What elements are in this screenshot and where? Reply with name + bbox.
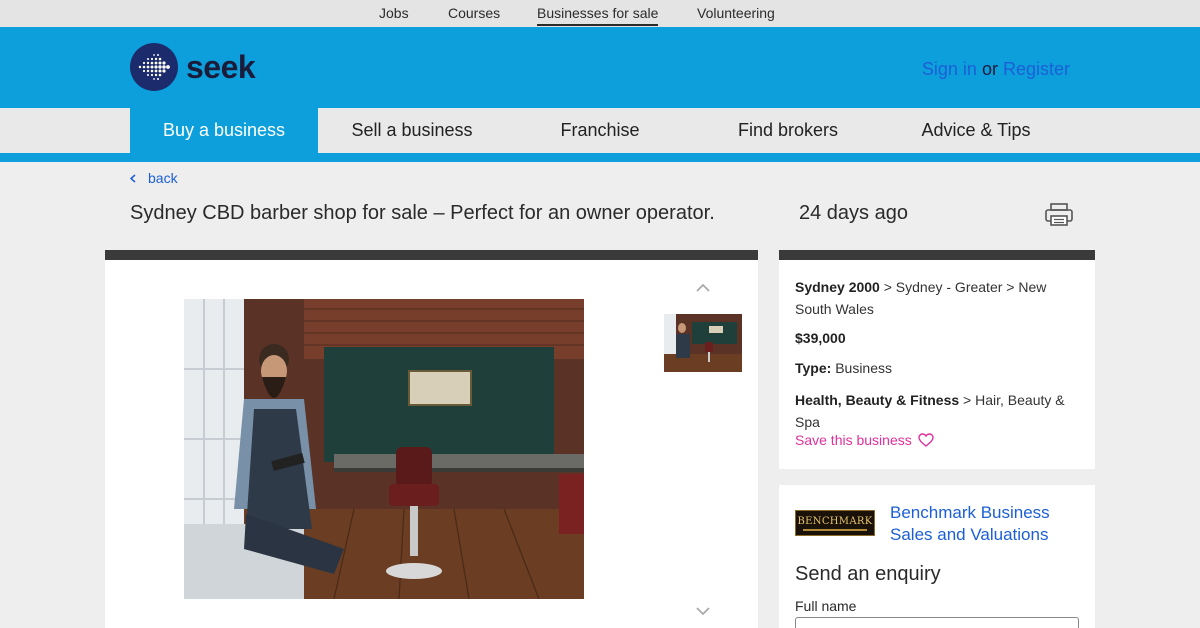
- nav-underline-strip: [0, 153, 1200, 162]
- top-link-volunteering[interactable]: Volunteering: [697, 5, 775, 21]
- enquiry-heading: Send an enquiry: [795, 563, 941, 585]
- save-business-button[interactable]: Save this business: [795, 432, 934, 448]
- full-name-label: Full name: [795, 598, 857, 614]
- broker-logo-underline: [803, 528, 867, 531]
- gallery-thumbnail[interactable]: [664, 314, 742, 372]
- sign-in-link[interactable]: Sign in: [922, 59, 977, 79]
- type-value: Business: [831, 360, 893, 376]
- main-listing-photo[interactable]: [184, 299, 584, 599]
- nav-advice-tips[interactable]: Advice & Tips: [882, 108, 1070, 153]
- category-main: Health, Beauty & Fitness: [795, 392, 960, 408]
- posted-date: 24 days ago: [799, 202, 908, 224]
- nav-franchise[interactable]: Franchise: [506, 108, 694, 153]
- chevron-up-icon[interactable]: [695, 282, 711, 294]
- full-name-input[interactable]: [795, 617, 1079, 628]
- nav-sell-a-business[interactable]: Sell a business: [318, 108, 506, 153]
- broker-name-link[interactable]: Benchmark Business Sales and Valuations: [890, 502, 1080, 546]
- top-link-jobs[interactable]: Jobs: [379, 5, 409, 21]
- back-link[interactable]: back: [130, 170, 178, 186]
- type-row: Type: Business: [795, 357, 1079, 379]
- enquiry-card: BENCHMARK Benchmark Business Sales and V…: [779, 485, 1095, 628]
- price-row: $39,000: [795, 327, 1079, 349]
- back-label: back: [148, 170, 178, 186]
- seek-logo-icon: [130, 43, 178, 91]
- top-link-courses[interactable]: Courses: [448, 5, 500, 21]
- nav-find-brokers[interactable]: Find brokers: [694, 108, 882, 153]
- listing-title: Sydney CBD barber shop for sale – Perfec…: [130, 202, 715, 224]
- location-row: Sydney 2000 > Sydney - Greater > New Sou…: [795, 276, 1079, 320]
- chevron-down-icon[interactable]: [695, 605, 711, 617]
- register-link[interactable]: Register: [1003, 59, 1070, 79]
- printer-icon[interactable]: [1044, 203, 1074, 227]
- price-value: $39,000: [795, 330, 846, 346]
- broker-logo-text: BENCHMARK: [797, 515, 873, 527]
- save-business-label: Save this business: [795, 432, 912, 448]
- site-header: seek Sign in or Register: [0, 27, 1200, 108]
- listing-details-card: Sydney 2000 > Sydney - Greater > New Sou…: [779, 250, 1095, 469]
- chevron-left-icon: [130, 173, 136, 183]
- auth-or-text: or: [981, 59, 998, 79]
- location-suburb: Sydney 2000: [795, 279, 880, 295]
- type-label: Type:: [795, 360, 832, 376]
- heart-icon: [918, 433, 934, 447]
- image-gallery: [105, 250, 758, 628]
- auth-links: Sign in or Register: [922, 59, 1070, 80]
- broker-logo[interactable]: BENCHMARK: [795, 510, 875, 536]
- seek-logo[interactable]: seek: [130, 43, 256, 91]
- top-utility-bar: Jobs Courses Businesses for sale Volunte…: [0, 0, 1200, 27]
- top-link-businesses-for-sale[interactable]: Businesses for sale: [537, 5, 659, 26]
- seek-logo-text: seek: [186, 48, 256, 85]
- nav-buy-a-business[interactable]: Buy a business: [130, 108, 318, 153]
- category-row: Health, Beauty & Fitness > Hair, Beauty …: [795, 389, 1079, 433]
